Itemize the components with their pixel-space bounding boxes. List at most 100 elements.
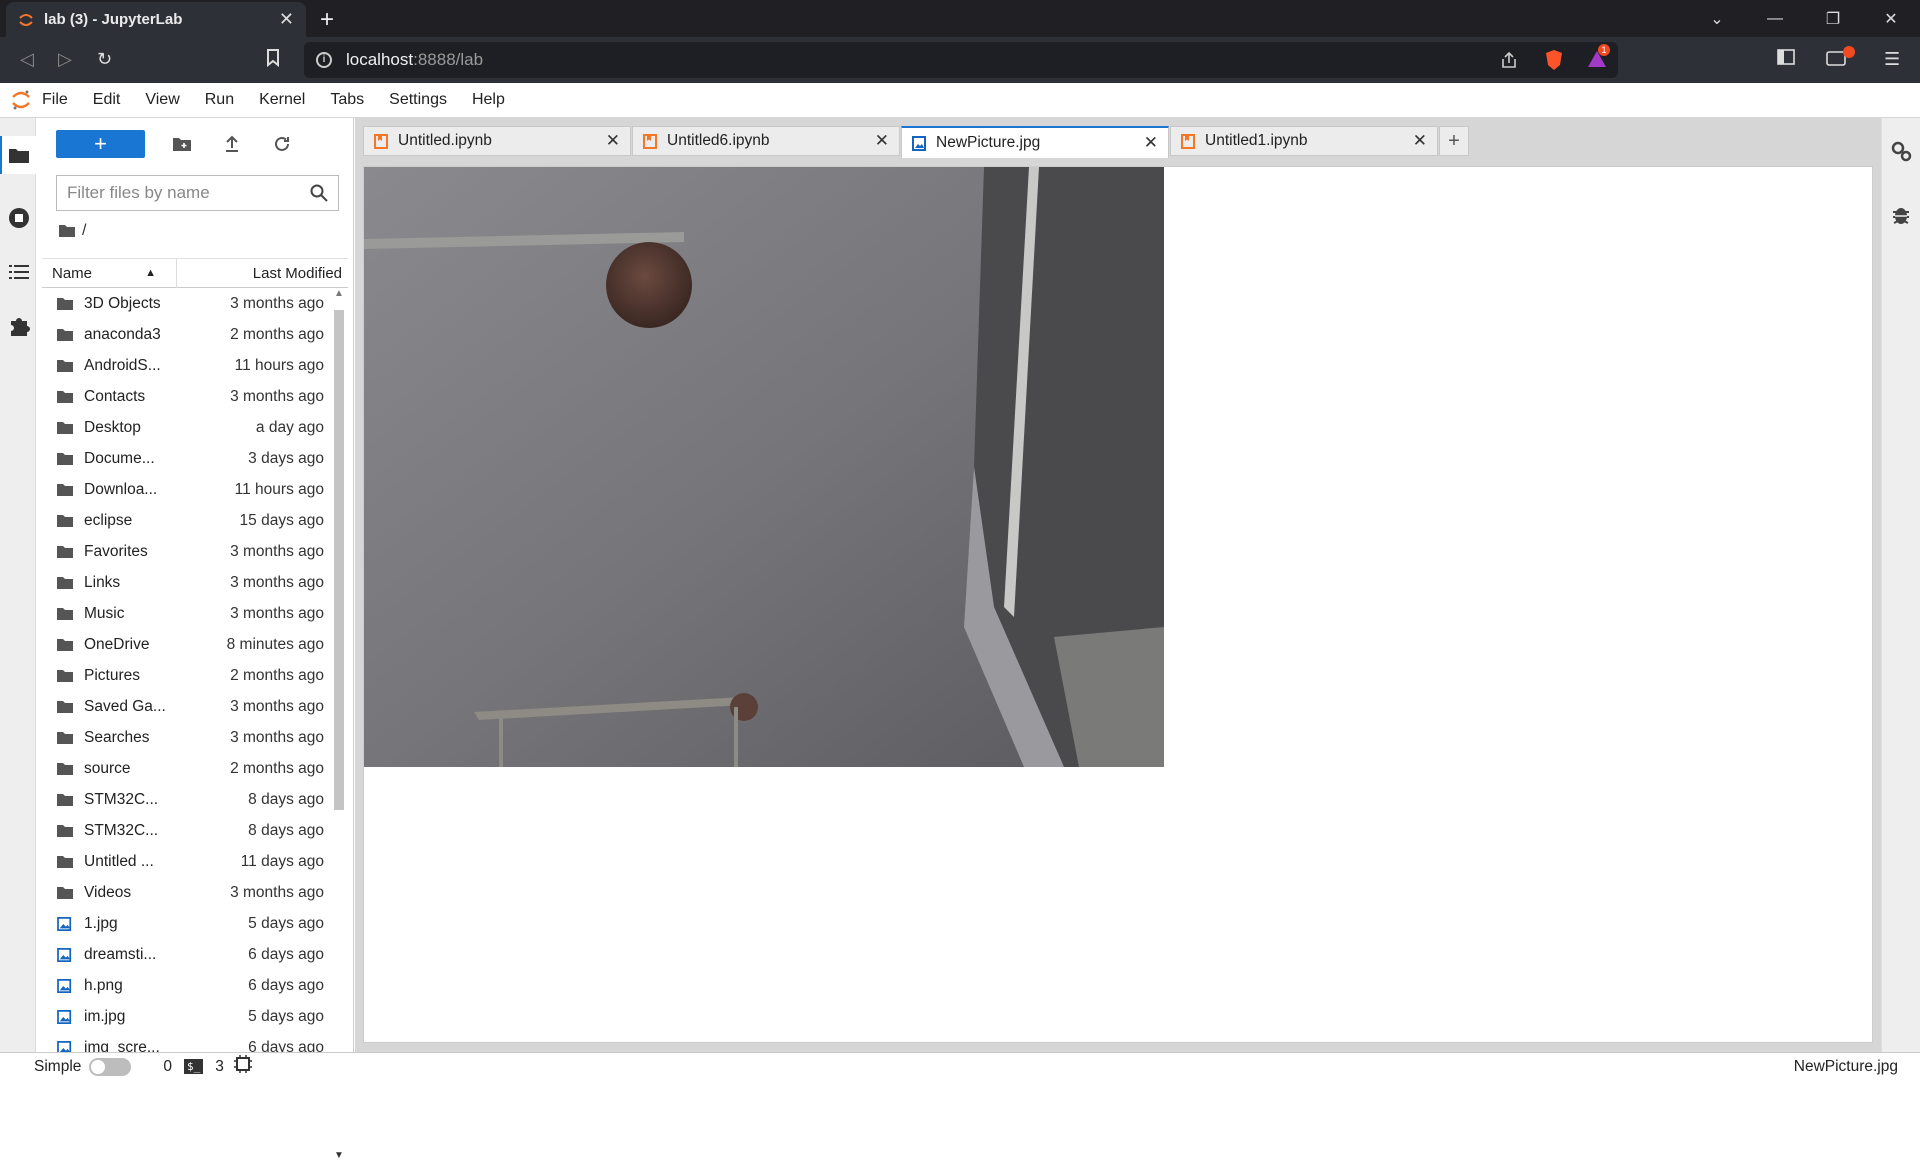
scrollbar-thumb[interactable]	[334, 310, 344, 810]
new-launcher-button[interactable]: +	[56, 130, 145, 158]
menu-view[interactable]: View	[145, 91, 179, 109]
browser-menu-icon[interactable]: ☰	[1884, 49, 1900, 70]
tab-search-icon[interactable]: ⌄	[1688, 0, 1746, 37]
file-list-item[interactable]: Music 3 months ago	[42, 598, 330, 629]
back-icon[interactable]: ◁	[20, 49, 34, 70]
file-last-modified: 3 months ago	[230, 697, 324, 715]
file-list-item[interactable]: dreamsti... 6 days ago	[42, 939, 330, 970]
new-folder-icon[interactable]	[169, 131, 195, 157]
sort-ascending-icon: ▲	[145, 267, 156, 279]
file-list-scrollbar[interactable]: ▲ ▼	[332, 288, 346, 1163]
file-list-item[interactable]: Pictures 2 months ago	[42, 660, 330, 691]
image-viewer[interactable]	[363, 166, 1873, 1043]
brave-shields-icon[interactable]	[1544, 49, 1564, 76]
menu-help[interactable]: Help	[472, 91, 505, 109]
share-icon[interactable]	[1500, 51, 1518, 74]
new-tab-icon[interactable]: +	[320, 6, 334, 34]
file-list-item[interactable]: Docume... 3 days ago	[42, 443, 330, 474]
reload-icon[interactable]: ↻	[97, 49, 112, 70]
menu-edit[interactable]: Edit	[93, 91, 121, 109]
tab-label: Untitled1.ipynb	[1205, 132, 1308, 149]
file-list-item[interactable]: Searches 3 months ago	[42, 722, 330, 753]
kernel-icon[interactable]	[233, 1055, 252, 1078]
home-folder-icon[interactable]	[58, 224, 76, 238]
folder-icon	[57, 731, 73, 744]
document-tab[interactable]: Untitled.ipynb ✕	[363, 126, 631, 156]
close-tab-icon[interactable]: ✕	[279, 9, 294, 30]
debugger-bug-icon[interactable]	[1891, 204, 1911, 231]
file-list-item[interactable]: Videos 3 months ago	[42, 877, 330, 908]
restore-icon[interactable]: ❐	[1804, 0, 1862, 37]
close-tab-icon[interactable]: ✕	[606, 131, 620, 151]
file-list-item[interactable]: 1.jpg 5 days ago	[42, 908, 330, 939]
close-tab-icon[interactable]: ✕	[1144, 133, 1158, 153]
file-last-modified: 3 months ago	[230, 573, 324, 591]
jupyter-favicon-icon	[19, 13, 33, 26]
file-list-item[interactable]: Links 3 months ago	[42, 567, 330, 598]
file-browser-tab-icon[interactable]	[0, 136, 36, 174]
current-document-name: NewPicture.jpg	[1793, 1058, 1898, 1075]
add-tab-icon[interactable]: +	[1439, 126, 1469, 156]
folder-icon	[57, 514, 73, 527]
menu-file[interactable]: File	[42, 91, 68, 109]
table-of-contents-icon[interactable]	[7, 260, 31, 284]
document-tab[interactable]: Untitled1.ipynb ✕	[1170, 126, 1438, 156]
file-list-item[interactable]: STM32C... 8 days ago	[42, 784, 330, 815]
column-name-header[interactable]: Name ▲	[42, 258, 177, 288]
terminals-count[interactable]: 0	[163, 1058, 172, 1076]
folder-icon	[57, 824, 73, 837]
file-list-item[interactable]: AndroidS... 11 hours ago	[42, 350, 330, 381]
running-sessions-icon[interactable]	[7, 206, 31, 230]
window-close-icon[interactable]: ✕	[1862, 0, 1920, 37]
file-last-modified: 8 days ago	[248, 790, 324, 808]
notebook-icon	[374, 133, 388, 149]
terminal-icon[interactable]: $_	[184, 1059, 204, 1074]
breadcrumb-root[interactable]: /	[82, 222, 86, 240]
file-list-item[interactable]: Contacts 3 months ago	[42, 381, 330, 412]
browser-tab[interactable]: lab (3) - JupyterLab ✕	[6, 2, 306, 37]
menu-run[interactable]: Run	[205, 91, 234, 109]
document-tab[interactable]: NewPicture.jpg ✕	[901, 126, 1169, 158]
scroll-up-icon[interactable]: ▲	[334, 288, 344, 299]
property-inspector-icon[interactable]	[1890, 140, 1912, 167]
file-list-item[interactable]: source 2 months ago	[42, 753, 330, 784]
file-list-item[interactable]: Desktop a day ago	[42, 412, 330, 443]
forward-icon[interactable]: ▷	[58, 49, 72, 70]
file-list-item[interactable]: Untitled ... 11 days ago	[42, 846, 330, 877]
menu-tabs[interactable]: Tabs	[330, 91, 364, 109]
filter-files-input[interactable]: Filter files by name	[56, 175, 339, 211]
sidebar-toggle-icon[interactable]	[1777, 49, 1795, 70]
refresh-icon[interactable]	[269, 131, 295, 157]
file-list-item[interactable]: STM32C... 8 days ago	[42, 815, 330, 846]
scroll-down-icon[interactable]: ▼	[334, 1150, 344, 1161]
file-list-item[interactable]: eclipse 15 days ago	[42, 505, 330, 536]
file-name: 3D Objects	[84, 294, 161, 312]
file-list-item[interactable]: 3D Objects 3 months ago	[42, 288, 330, 319]
file-name: 1.jpg	[84, 914, 118, 932]
bookmark-icon[interactable]	[266, 49, 280, 72]
file-list-item[interactable]: Saved Ga... 3 months ago	[42, 691, 330, 722]
column-modified-header[interactable]: Last Modified	[177, 265, 348, 282]
file-list-item[interactable]: h.png 6 days ago	[42, 970, 330, 1001]
menu-settings[interactable]: Settings	[389, 91, 447, 109]
simple-mode-toggle[interactable]	[89, 1057, 132, 1076]
close-tab-icon[interactable]: ✕	[875, 131, 889, 151]
file-list-item[interactable]: Downloa... 11 hours ago	[42, 474, 330, 505]
upload-icon[interactable]	[219, 131, 245, 157]
site-info-icon[interactable]: i	[316, 52, 332, 68]
address-bar[interactable]: i localhost:8888/lab 1	[304, 42, 1618, 78]
close-tab-icon[interactable]: ✕	[1413, 131, 1427, 151]
file-list-item[interactable]: im.jpg 5 days ago	[42, 1001, 330, 1032]
file-list-item[interactable]: OneDrive 8 minutes ago	[42, 629, 330, 660]
extension-manager-icon[interactable]	[7, 314, 31, 338]
tab-label: Untitled6.ipynb	[667, 132, 770, 149]
kernels-count[interactable]: 3	[215, 1058, 224, 1076]
image-file-icon	[912, 135, 926, 151]
file-name: Pictures	[84, 666, 140, 684]
file-list-item[interactable]: anaconda3 2 months ago	[42, 319, 330, 350]
rewards-badge: 1	[1598, 44, 1610, 56]
file-list-item[interactable]: Favorites 3 months ago	[42, 536, 330, 567]
menu-kernel[interactable]: Kernel	[259, 91, 305, 109]
document-tab[interactable]: Untitled6.ipynb ✕	[632, 126, 900, 156]
minimize-icon[interactable]: —	[1746, 0, 1804, 37]
